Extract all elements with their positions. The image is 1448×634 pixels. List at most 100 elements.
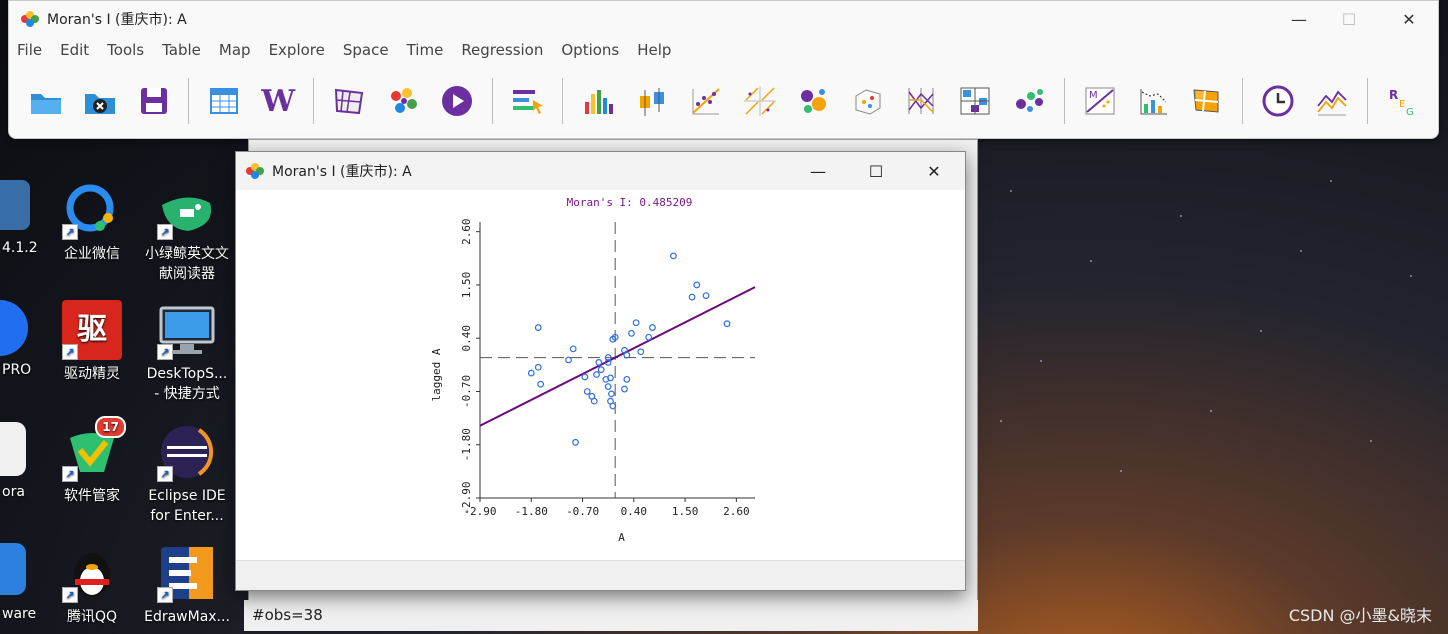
close-button[interactable]: ✕ <box>1386 1 1432 37</box>
icon-label: EdrawMax... <box>144 609 230 625</box>
data-point <box>649 324 656 331</box>
desktop-icon-softmgr[interactable]: 17 ↗ 软件管家 <box>47 416 137 506</box>
desktop-icon-whale[interactable]: ↗ 小绿鲸英文文献阅读器 <box>142 180 232 284</box>
play-icon[interactable] <box>438 82 476 120</box>
toolbar-separator <box>188 78 190 124</box>
data-point <box>534 363 542 371</box>
data-point <box>632 319 640 327</box>
desktop-icon-wecom[interactable]: ↗ 企业微信 <box>47 180 137 264</box>
toolbar-separator <box>313 78 315 124</box>
geoda-app-icon <box>246 163 264 179</box>
software-manager-icon: 17 ↗ <box>62 416 126 482</box>
icon-label: Eclipse IDE for Enter... <box>148 488 226 524</box>
close-project-icon[interactable] <box>81 82 119 120</box>
weights-icon[interactable]: W <box>259 82 297 120</box>
scatter-matrix-icon[interactable] <box>741 82 779 120</box>
data-point <box>604 383 612 391</box>
local-g-icon[interactable] <box>1189 82 1227 120</box>
typora-app-icon[interactable] <box>0 422 26 476</box>
desktop-icon-edrawmax[interactable]: ↗ EdrawMax... <box>142 543 232 627</box>
moran-minimize-button[interactable]: — <box>789 152 847 190</box>
green-whale-icon: ↗ <box>157 180 217 240</box>
map-icon[interactable] <box>330 82 368 120</box>
x-tick-label: -1.80 <box>515 505 548 518</box>
open-project-icon[interactable] <box>27 82 65 120</box>
svg-text:E: E <box>1399 99 1405 110</box>
data-point <box>637 348 645 356</box>
minimize-button[interactable]: — <box>1276 1 1322 37</box>
table-icon[interactable] <box>205 82 243 120</box>
toolbar-separator <box>491 78 493 124</box>
data-point <box>688 293 696 301</box>
icon-label: 软件管家 <box>64 488 120 504</box>
toolbar-separator <box>1242 78 1244 124</box>
save-icon[interactable] <box>135 82 173 120</box>
moran-maximize-button[interactable]: ☐ <box>847 152 905 190</box>
parallel-coordinate-icon[interactable] <box>902 82 940 120</box>
y-tick-label: -2.90 <box>460 481 473 514</box>
data-point <box>693 281 701 289</box>
x-tick-label: 0.40 <box>621 505 648 518</box>
y-tick-label: 1.50 <box>460 272 473 299</box>
desktop-icon-eclipse[interactable]: ↗ Eclipse IDE for Enter... <box>142 422 232 526</box>
maximize-button[interactable]: ☐ <box>1326 1 1372 37</box>
menu-bar: File Edit Tools Table Map Explore Space Time Reg… <box>9 37 1438 63</box>
menu-options[interactable]: Options <box>561 41 619 59</box>
desktop-icon-desktops[interactable]: ↗ DeskTopS... - 快捷方式 <box>142 300 232 404</box>
menu-table[interactable]: Table <box>162 41 201 59</box>
data-point <box>593 371 600 378</box>
svg-text:G: G <box>1406 107 1414 116</box>
menu-edit[interactable]: Edit <box>60 41 89 59</box>
y-axis-label: lagged A <box>430 348 443 401</box>
conditional-map-icon[interactable] <box>956 82 994 120</box>
3d-plot-icon[interactable] <box>849 82 887 120</box>
menu-help[interactable]: Help <box>637 41 671 59</box>
moran-scatter-icon[interactable]: M <box>1081 82 1119 120</box>
moran-scatter-plot[interactable]: Moran's I: 0.485209 -2.90 -1.80 -0.70 0.40 1.… <box>236 190 965 560</box>
time-icon[interactable] <box>1259 82 1297 120</box>
data-point <box>572 438 579 446</box>
bubble-chart-icon[interactable] <box>795 82 833 120</box>
menu-explore[interactable]: Explore <box>269 41 325 59</box>
histogram-icon[interactable] <box>579 82 617 120</box>
data-point <box>628 329 635 337</box>
csdn-watermark: CSDN @小墨&晓末 <box>1288 606 1432 625</box>
moran-window-title: Moran's I (重庆市): A <box>272 164 412 180</box>
data-point <box>537 380 544 388</box>
geoda-app-icon <box>21 11 39 27</box>
menu-map[interactable]: Map <box>219 41 251 59</box>
partial-label-2: PRO <box>2 362 32 378</box>
y-tick-label: 2.60 <box>460 218 473 245</box>
main-window: Moran's I (重庆市): A — ☐ ✕ File Edit Tools Ta… <box>8 0 1439 139</box>
data-point <box>565 356 572 364</box>
menu-time[interactable]: Time <box>407 41 444 59</box>
data-point <box>608 390 615 398</box>
menu-space[interactable]: Space <box>343 41 389 59</box>
x-tick-label: 1.50 <box>672 505 699 518</box>
select-tool-icon[interactable] <box>509 82 547 120</box>
desktop-icon-driver[interactable]: 驱 ↗ 驱动精灵 <box>47 300 137 384</box>
x-tick-label: -0.70 <box>566 505 599 518</box>
svg-text:R: R <box>1389 88 1398 102</box>
menu-file[interactable]: File <box>17 41 42 59</box>
data-point <box>723 320 731 328</box>
desktop-icon-qq[interactable]: ↗ 腾讯QQ <box>47 543 137 627</box>
cluster-map-icon[interactable] <box>384 82 422 120</box>
box-plot-icon[interactable] <box>633 82 671 120</box>
cartogram-icon[interactable] <box>1010 82 1048 120</box>
lisa-icon[interactable] <box>1135 82 1173 120</box>
menu-tools[interactable]: Tools <box>107 41 144 59</box>
data-point <box>595 359 603 366</box>
data-point <box>597 366 605 374</box>
vmware-app-icon[interactable] <box>0 543 26 595</box>
data-point <box>702 292 710 299</box>
averages-chart-icon[interactable] <box>1313 82 1351 120</box>
moran-close-button[interactable]: ✕ <box>905 152 963 190</box>
partial-label-3: ora <box>2 484 25 500</box>
r-app-icon[interactable] <box>0 180 30 230</box>
regression-icon[interactable]: REG <box>1384 82 1422 120</box>
pro-app-icon[interactable] <box>0 300 28 356</box>
scatter-plot-icon[interactable] <box>687 82 725 120</box>
menu-regression[interactable]: Regression <box>461 41 543 59</box>
toolbar-separator <box>1367 78 1369 124</box>
